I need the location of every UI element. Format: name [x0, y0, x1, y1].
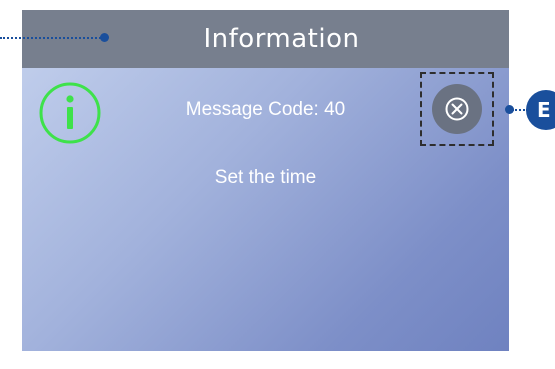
screenshot-stage: Information Message Code: 40 Set the tim… — [0, 0, 555, 369]
callout-line-title — [0, 37, 104, 39]
close-button[interactable] — [432, 84, 482, 134]
information-screen: Information Message Code: 40 Set the tim… — [22, 10, 509, 351]
callout-badge-close: E — [526, 90, 555, 130]
close-icon — [445, 97, 469, 121]
close-button-highlight — [420, 72, 494, 146]
message-text: Set the time — [214, 167, 317, 188]
page-title: Information — [203, 24, 360, 54]
title-bar: Information — [22, 10, 509, 68]
callout-dot-title — [100, 33, 109, 42]
